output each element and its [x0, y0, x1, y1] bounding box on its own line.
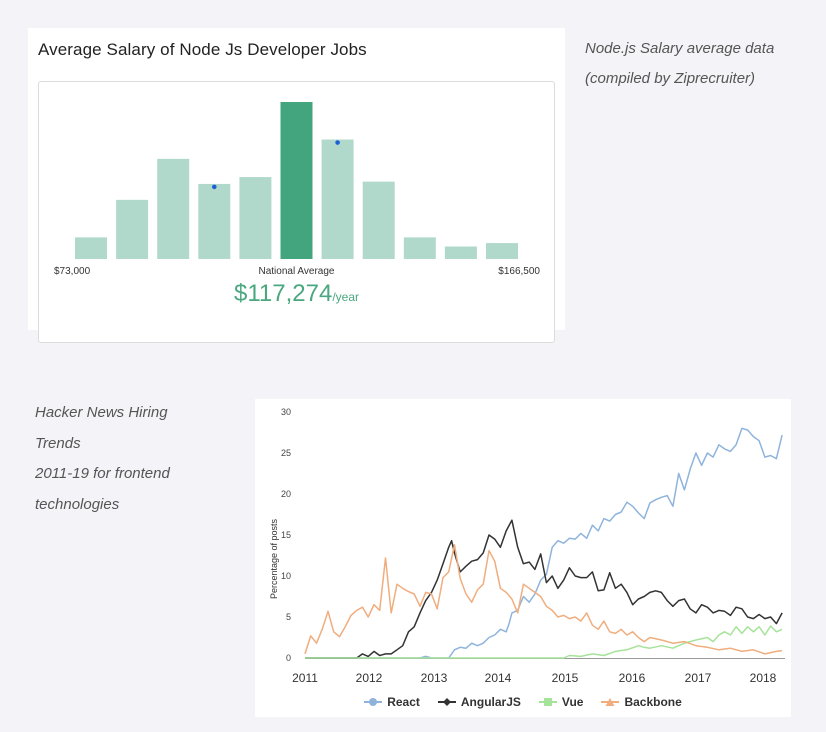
- salary-bar: [486, 243, 518, 259]
- series-line-react: [305, 427, 783, 659]
- legend-label: Backbone: [624, 695, 682, 709]
- y-tick-label: 30: [281, 407, 291, 417]
- series-line-angularjs: [305, 519, 783, 659]
- legend-label: AngularJS: [460, 695, 521, 709]
- salary-note-line-1: Node.js Salary average data: [585, 40, 775, 57]
- y-tick-label: 25: [281, 448, 291, 458]
- salary-bar: [198, 183, 231, 259]
- hn-note-line-3: 2011-19 for frontend: [35, 465, 170, 482]
- national-average-label: National Average: [258, 266, 335, 277]
- y-tick-label: 5: [286, 612, 291, 622]
- hn-note-line-4: technologies: [35, 495, 120, 513]
- legend-item-backbone: Backbone: [601, 695, 682, 709]
- average-salary-value: $117,274: [233, 280, 333, 307]
- x-tick-label: 2013: [421, 671, 448, 685]
- salary-bar: [75, 237, 107, 259]
- hiring-trends-chart: 0 5 10 15 20 25 30 2011 2012 2013 2014 2015 2016 2017…: [281, 407, 785, 685]
- series-line-backbone: [304, 544, 783, 655]
- y-axis-label: Percentage of posts: [269, 518, 279, 600]
- y-tick-label: 20: [281, 489, 291, 499]
- average-salary: $117,274/year: [39, 280, 554, 308]
- salary-bar: [280, 102, 313, 259]
- legend-item-react: React: [364, 695, 420, 709]
- salary-bar: [116, 199, 149, 259]
- hn-note-line-2: Trends: [35, 434, 81, 452]
- y-tick-label: 0: [286, 653, 291, 663]
- x-tick-label: 2018: [750, 671, 777, 685]
- chart-legend: React AngularJS Vue Backbone: [255, 695, 791, 709]
- x-tick-label: 2016: [619, 671, 646, 685]
- legend-label: Vue: [561, 695, 584, 709]
- salary-card: Average Salary of Node Js Developer Jobs…: [28, 28, 565, 343]
- x-tick-label: 2017: [685, 671, 712, 685]
- legend-label: React: [387, 695, 420, 709]
- x-tick-label: 2014: [485, 671, 512, 685]
- salary-bar: [403, 237, 436, 259]
- legend-item-angularjs: AngularJS: [437, 695, 521, 709]
- legend-symbol-icon: [538, 698, 557, 706]
- salary-source-note: Node.js Salary average data (compiled by…: [585, 34, 815, 94]
- salary-bar: [239, 177, 272, 259]
- legend-symbol-icon: [437, 698, 456, 706]
- legend-symbol-icon: [601, 698, 620, 706]
- hiring-trends-card: 0 5 10 15 20 25 30 2011 2012 2013 2014 2015 2016 2017…: [255, 399, 791, 717]
- x-tick-label: 2015: [552, 671, 579, 685]
- y-tick-label: 15: [281, 530, 291, 540]
- salary-bar: [157, 158, 190, 259]
- salary-histogram-panel: $73,000 National Average $166,500 $117,2…: [38, 81, 555, 343]
- salary-bar: [321, 139, 354, 259]
- salary-note-line-2: (compiled by Ziprecruiter): [585, 70, 756, 87]
- x-tick-label: 2011: [292, 671, 318, 685]
- salary-bar: [362, 181, 395, 259]
- legend-item-vue: Vue: [538, 695, 584, 709]
- salary-chart-title: Average Salary of Node Js Developer Jobs: [38, 40, 367, 59]
- salary-marker-dot: [212, 184, 217, 190]
- salary-bar: [444, 246, 477, 259]
- hn-trends-note: Hacker News Hiring Trends 2011-19 for fr…: [35, 398, 245, 520]
- salary-max-label: $166,500: [498, 266, 540, 277]
- legend-symbol-icon: [364, 698, 383, 706]
- hn-note-line-1: Hacker News Hiring: [35, 404, 168, 421]
- salary-marker-dot: [335, 140, 340, 145]
- average-salary-unit: /year: [332, 290, 359, 304]
- x-tick-label: 2012: [356, 671, 383, 685]
- y-tick-label: 10: [281, 571, 291, 581]
